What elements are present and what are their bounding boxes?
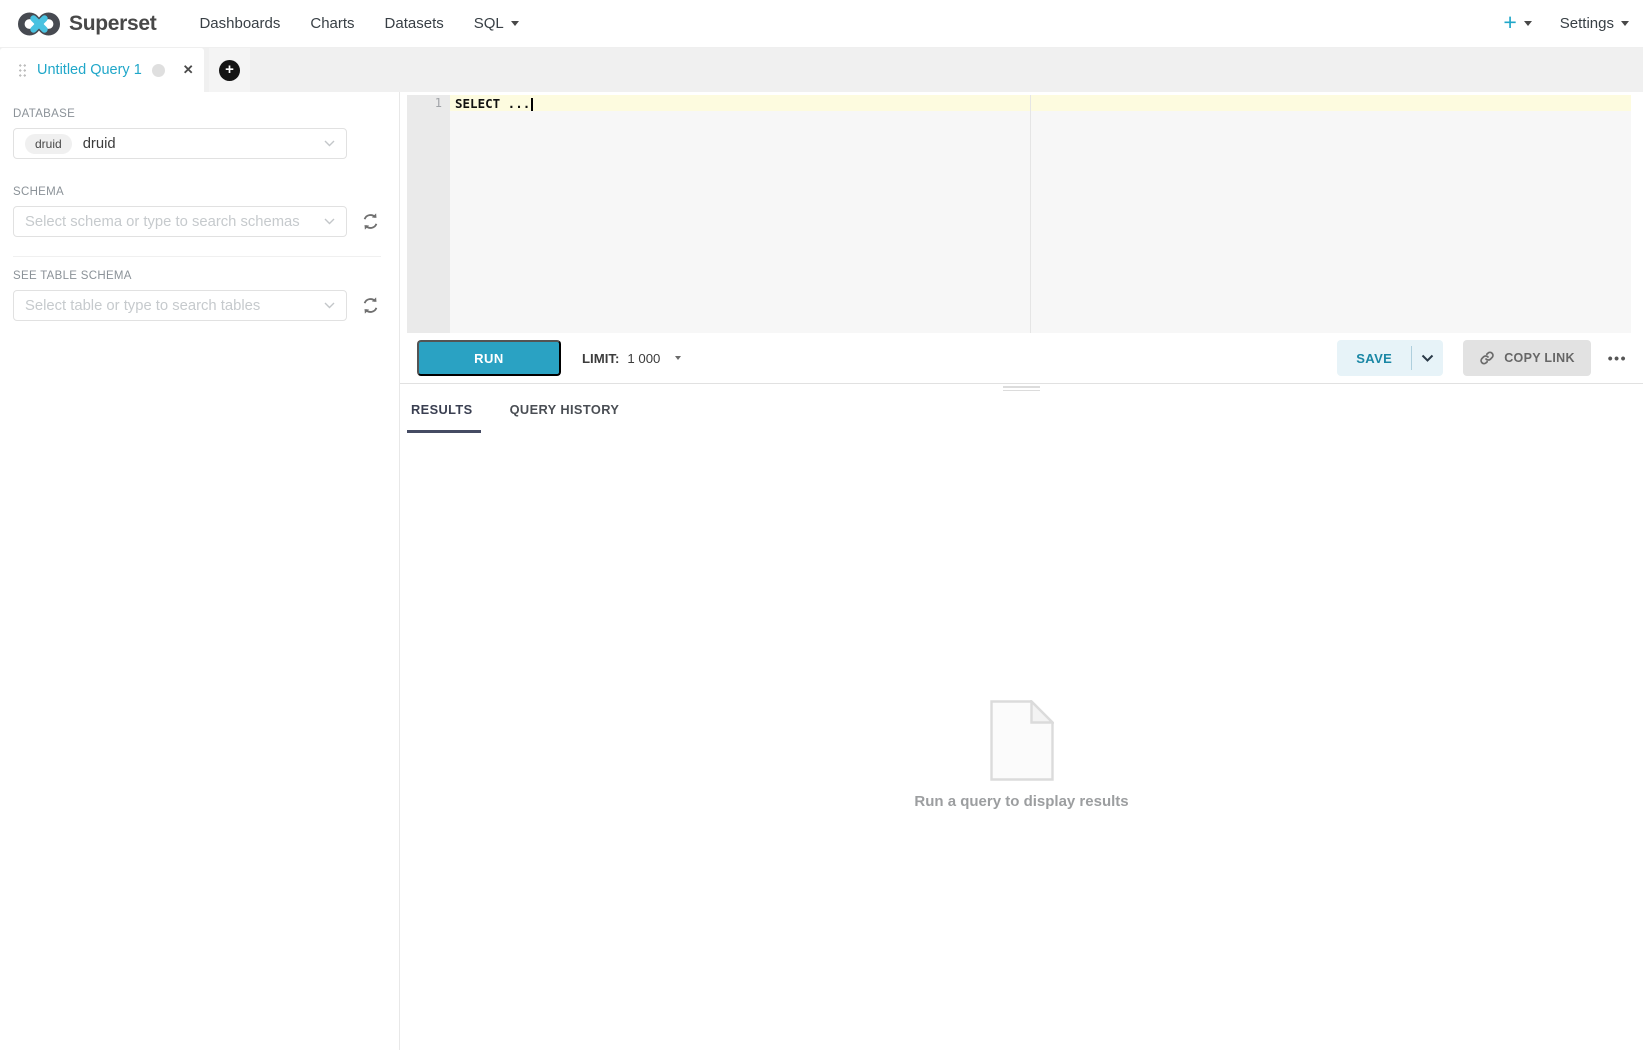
limit-value: 1 000 [627, 351, 660, 366]
copy-link-button[interactable]: COPY LINK [1463, 340, 1591, 376]
table-placeholder: Select table or type to search tables [25, 298, 260, 314]
superset-infinity-icon [16, 9, 62, 39]
tab-title: Untitled Query 1 [37, 62, 142, 78]
refresh-icon [361, 212, 380, 231]
chevron-down-icon [324, 140, 335, 147]
tab-results[interactable]: RESULTS [409, 402, 475, 433]
query-status-dot [152, 64, 165, 77]
editor-code-area[interactable]: SELECT ... [450, 95, 1631, 333]
nav-right: + Settings [1503, 14, 1633, 34]
close-tab-icon[interactable]: ✕ [183, 62, 194, 78]
save-query-button[interactable]: SAVE [1337, 340, 1411, 376]
chevron-down-icon [675, 356, 681, 360]
chevron-down-icon [1621, 21, 1629, 26]
sql-code-editor[interactable]: 1 SELECT ... [407, 95, 1631, 333]
brand-name: Superset [69, 12, 156, 36]
limit-dropdown[interactable]: LIMIT: 1 000 [582, 351, 681, 366]
editor-toolbar: RUN LIMIT: 1 000 SAVE [400, 333, 1643, 384]
link-icon [1479, 350, 1495, 366]
tab-untitled-query-1[interactable]: Untitled Query 1 ✕ [0, 48, 204, 92]
new-tab-button[interactable]: + [209, 48, 250, 92]
new-item-button[interactable]: + [1503, 14, 1531, 34]
editor-gutter: 1 [407, 95, 450, 333]
more-options-button[interactable]: ••• [1604, 344, 1631, 372]
chevron-down-icon [324, 302, 335, 309]
table-schema-label: SEE TABLE SCHEMA [13, 270, 381, 282]
sidebar-divider [13, 256, 381, 257]
superset-logo[interactable]: Superset [16, 9, 156, 39]
refresh-schemas-button[interactable] [361, 212, 380, 231]
pane-resize-handle[interactable] [400, 384, 1643, 392]
print-margin-line [1030, 95, 1031, 333]
nav-item-charts[interactable]: Charts [295, 0, 369, 48]
active-tab-underline [407, 430, 481, 433]
nav-item-dashboards[interactable]: Dashboards [184, 0, 295, 48]
database-engine-badge: druid [25, 134, 72, 154]
line-number: 1 [435, 96, 442, 110]
plus-icon: + [1503, 11, 1516, 34]
superset-sql-lab: Superset Dashboards Charts Datasets SQL … [0, 0, 1643, 1050]
query-tab-strip: Untitled Query 1 ✕ + [0, 48, 1643, 92]
tab-query-history[interactable]: QUERY HISTORY [508, 402, 622, 433]
schema-placeholder: Select schema or type to search schemas [25, 214, 300, 230]
settings-menu[interactable]: Settings [1560, 15, 1629, 32]
drag-handle-icon[interactable] [18, 63, 27, 78]
results-tabbar: RESULTS QUERY HISTORY [400, 392, 1643, 433]
empty-results-message: Run a query to display results [914, 793, 1128, 810]
refresh-icon [361, 296, 380, 315]
run-query-button[interactable]: RUN [417, 340, 561, 376]
chevron-down-icon [324, 218, 335, 225]
plus-circle-icon: + [219, 60, 240, 81]
content-body: DATABASE druid druid SCHEMA Select schem… [0, 92, 1643, 1050]
chevron-down-icon [1524, 21, 1532, 26]
save-split-button: SAVE [1337, 340, 1443, 376]
refresh-tables-button[interactable] [361, 296, 380, 315]
nav-links: Dashboards Charts Datasets SQL [184, 0, 533, 48]
save-options-button[interactable] [1412, 340, 1443, 376]
sql-lab-sidebar: DATABASE druid druid SCHEMA Select schem… [0, 92, 400, 1050]
table-select[interactable]: Select table or type to search tables [13, 290, 347, 321]
limit-label: LIMIT: [582, 351, 619, 366]
nav-item-sql[interactable]: SQL [459, 0, 534, 48]
schema-label: SCHEMA [13, 186, 381, 198]
chevron-down-icon [1421, 354, 1434, 362]
top-nav: Superset Dashboards Charts Datasets SQL … [0, 0, 1643, 48]
schema-select[interactable]: Select schema or type to search schemas [13, 206, 347, 237]
code-line: SELECT ... [450, 95, 1631, 111]
sql-editor-pane: 1 SELECT ... RUN LIMIT: 1 000 SAVE [400, 92, 1643, 1050]
database-select[interactable]: druid druid [13, 128, 347, 159]
results-empty-state: Run a query to display results [400, 700, 1643, 810]
empty-document-icon [990, 700, 1054, 781]
nav-item-datasets[interactable]: Datasets [370, 0, 459, 48]
text-cursor [531, 98, 533, 111]
chevron-down-icon [511, 21, 519, 26]
database-label: DATABASE [13, 108, 381, 120]
database-value: druid [83, 136, 116, 152]
